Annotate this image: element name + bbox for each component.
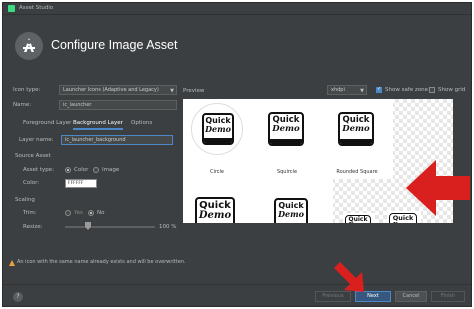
warning-icon xyxy=(9,260,15,266)
squircle-caption: Squircle xyxy=(276,169,298,175)
asset-type-color-radio[interactable] xyxy=(65,167,71,173)
asset-type-label: Asset type: xyxy=(23,167,54,173)
chevron-down-icon: ▼ xyxy=(360,88,364,94)
quick-demo-icon: Quick Demo xyxy=(338,112,374,146)
icon-text-demo: Demo xyxy=(390,221,416,223)
icon-type-value: Launcher Icons (Adaptive and Legacy) xyxy=(63,87,159,93)
resize-slider-thumb[interactable] xyxy=(85,222,91,230)
trim-yes-radio[interactable] xyxy=(65,210,71,216)
trim-no-label: No xyxy=(97,210,105,216)
cancel-button[interactable]: Cancel xyxy=(395,291,427,302)
small-preview-tile: Quick Demo xyxy=(343,213,375,223)
icon-text-demo: Demo xyxy=(198,210,232,221)
density-value: xhdpi xyxy=(331,87,345,93)
quick-demo-icon: Quick Demo xyxy=(202,113,234,145)
quick-demo-icon: Quick Demo xyxy=(268,112,304,146)
preview-label: Preview xyxy=(183,88,205,94)
quick-demo-icon: Quick Demo xyxy=(274,198,308,223)
title-bar: Asset Studio xyxy=(3,3,471,15)
show-safe-zone-checkbox[interactable] xyxy=(376,86,382,93)
tab-options[interactable]: Options xyxy=(131,118,152,130)
asset-type-color-label: Color xyxy=(74,167,89,173)
color-label: Color: xyxy=(23,180,40,186)
rounded-square-caption: Rounded Square xyxy=(336,169,378,175)
icon-text-demo: Demo xyxy=(205,124,231,134)
trim-yes-label: Yes xyxy=(74,210,83,216)
icon-band xyxy=(204,138,232,143)
trim-no-radio[interactable] xyxy=(88,210,94,216)
icon-text-demo: Demo xyxy=(272,123,300,134)
squircle-preview-tile: Quick Demo xyxy=(259,103,313,155)
scaling-label: Scaling xyxy=(15,197,35,203)
header: Configure Image Asset xyxy=(3,16,471,74)
tab-foreground-layer[interactable]: Foreground Layer xyxy=(23,118,71,130)
source-asset-label: Source Asset xyxy=(15,153,51,159)
resize-slider-track[interactable] xyxy=(65,226,155,228)
asset-studio-window: Asset Studio Configure Image Asset Icon … xyxy=(2,2,472,307)
show-grid-label: Show grid xyxy=(438,87,466,93)
asset-type-image-label: Image xyxy=(102,167,120,173)
full-bleed-preview-tile: Quick Demo xyxy=(189,191,241,223)
icon-band xyxy=(340,139,372,144)
circle-caption: Circle xyxy=(209,169,225,175)
icon-text-demo: Demo xyxy=(342,123,370,134)
trim-label: Trim: xyxy=(23,210,37,216)
show-grid-checkbox[interactable] xyxy=(429,87,435,93)
android-studio-logo-icon xyxy=(15,32,43,60)
footer-divider xyxy=(3,284,471,285)
resize-value: 100 % xyxy=(159,224,177,230)
show-safe-zone-label: Show safe zone xyxy=(385,87,429,93)
page-title: Configure Image Asset xyxy=(51,38,178,52)
window-title: Asset Studio xyxy=(19,5,54,11)
asset-type-image-radio[interactable] xyxy=(93,167,99,173)
warning-message: An icon with the same name already exist… xyxy=(17,259,186,265)
resize-label: Resize: xyxy=(23,224,43,230)
android-studio-icon xyxy=(8,5,15,12)
icon-text-demo: Demo xyxy=(278,209,304,219)
finish-button[interactable]: Finish xyxy=(431,291,465,302)
color-field[interactable]: FFFFFF xyxy=(65,179,97,188)
name-input[interactable]: ic_launcher xyxy=(59,100,177,110)
layer-name-input[interactable]: ic_launcher_background xyxy=(61,135,173,145)
icon-type-select[interactable]: Launcher Icons (Adaptive and Legacy) ▼ xyxy=(59,85,177,95)
annotation-arrow-diagonal-icon xyxy=(334,262,364,292)
icon-band xyxy=(270,139,302,144)
layer-name-label: Layer name: xyxy=(19,137,54,143)
quick-demo-icon: Quick Demo xyxy=(195,197,235,223)
rounded-square-preview-tile: Quick Demo xyxy=(329,103,383,155)
legacy-preview-tile: Quick Demo xyxy=(271,195,311,223)
quick-demo-icon: Quick Demo xyxy=(345,215,371,223)
annotation-arrow-left-icon xyxy=(406,160,470,216)
chevron-down-icon: ▼ xyxy=(170,88,174,94)
circle-preview-tile: Quick Demo xyxy=(191,103,243,155)
name-label: Name: xyxy=(13,102,32,108)
density-select[interactable]: xhdpi ▼ xyxy=(327,85,367,95)
icon-type-label: Icon type: xyxy=(13,87,41,93)
tab-background-layer[interactable]: Background Layer xyxy=(73,118,123,130)
help-button[interactable]: ? xyxy=(13,292,23,302)
